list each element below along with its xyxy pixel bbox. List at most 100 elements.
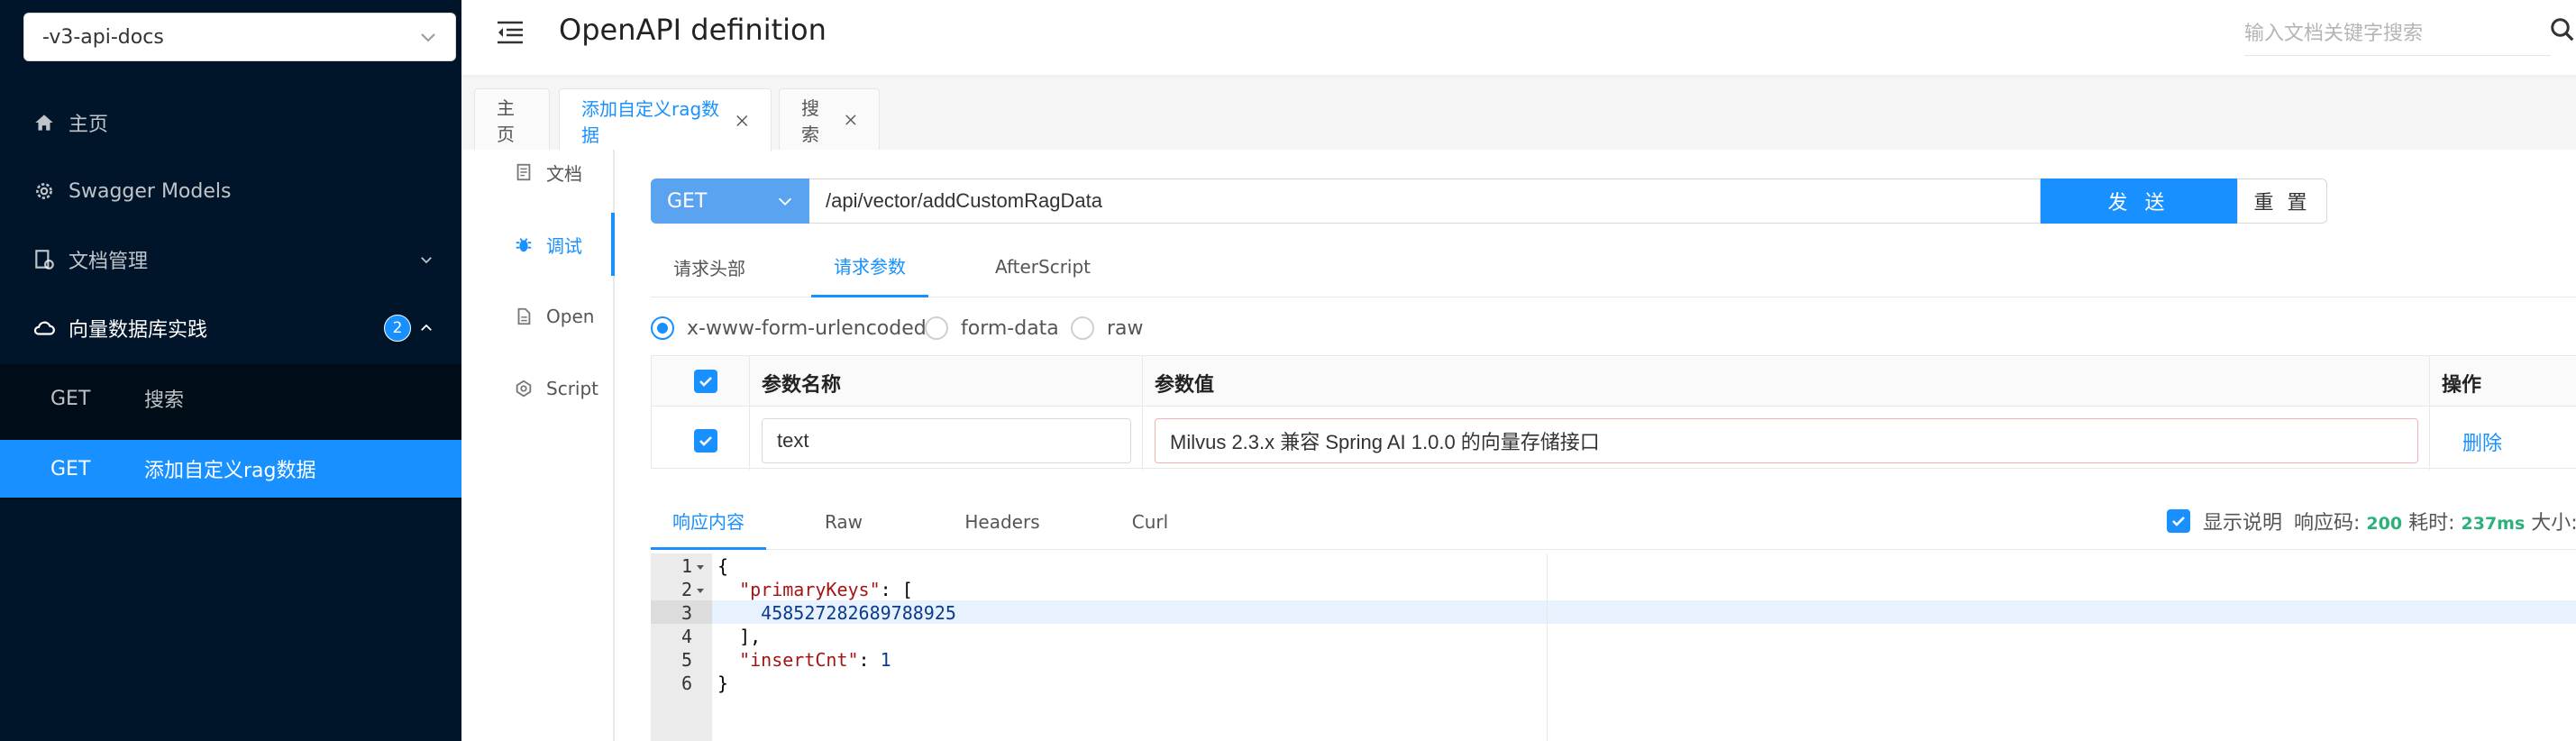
vnav-doc[interactable]: 文档 (461, 141, 615, 204)
gear-icon (36, 183, 52, 199)
doc-mode-nav: 文档 调试 Open Script (461, 150, 615, 741)
radio-dot (1071, 316, 1094, 340)
url-input[interactable] (809, 178, 2041, 224)
file-icon (517, 307, 531, 325)
tab-response-raw[interactable]: Raw (799, 494, 889, 550)
size-label: 大小: (2531, 512, 2576, 535)
sidebar-item-home[interactable]: 主页 (0, 88, 461, 157)
group-select-value: -v3-api-docs (42, 25, 164, 49)
code-icon (516, 380, 532, 398)
status-code-value: 200 (2366, 514, 2403, 534)
show-description-checkbox[interactable] (2167, 509, 2190, 533)
tab-label: Curl (1131, 511, 1169, 533)
tab-after-script[interactable]: AfterScript (984, 236, 1101, 297)
fold-arrow-icon[interactable] (696, 586, 705, 595)
request-tabs: 请求头部 请求参数 AfterScript (651, 236, 2576, 297)
group-select[interactable]: -v3-api-docs (23, 13, 456, 61)
print-margin-line (1547, 553, 1548, 741)
radio-raw[interactable]: raw (1071, 310, 1144, 346)
code-text: { (717, 555, 729, 577)
sidebar-item-label: 主页 (69, 114, 109, 136)
sidebar-item-vector-db[interactable]: 向量数据库实践 2 (0, 294, 461, 362)
line-number: 3 (681, 602, 692, 624)
tab-response-content[interactable]: 响应内容 (651, 494, 766, 550)
select-all-checkbox[interactable] (694, 370, 717, 393)
tab-label: Raw (824, 511, 863, 533)
radio-dot (651, 316, 674, 340)
chevron-up-icon (421, 324, 432, 331)
json-number: 458527282689788925 (761, 602, 956, 624)
document-icon (516, 163, 531, 181)
method-label: GET (50, 387, 91, 410)
row-checkbox[interactable] (694, 429, 717, 453)
sidebar-subitem-search[interactable]: GET 搜索 (0, 370, 461, 427)
column-divider (1142, 356, 1143, 470)
code-line: } (717, 672, 728, 694)
line-number: 5 (681, 649, 692, 671)
vnav-label: 文档 (546, 162, 582, 185)
code-line: { (717, 555, 728, 577)
tab-response-headers[interactable]: Headers (948, 494, 1056, 550)
vnav-open[interactable]: Open (461, 285, 615, 348)
count-badge: 2 (384, 315, 411, 342)
line-number: 4 (681, 626, 692, 647)
tab-request-headers[interactable]: 请求头部 (651, 236, 768, 297)
search-input[interactable] (2244, 11, 2551, 56)
param-name-input[interactable] (762, 418, 1131, 463)
check-icon (699, 436, 712, 446)
code-line: "insertCnt": 1 (717, 649, 891, 671)
close-icon[interactable] (735, 114, 749, 128)
line-number: 1 (681, 555, 692, 577)
radio-form-data[interactable]: form-data (925, 310, 1059, 346)
response-editor[interactable]: 1 2 3 4 5 6 { "primaryKeys": [ 458527282… (651, 553, 2576, 741)
response-meta: 响应码: 200 耗时: 237ms 大小: (2294, 507, 2576, 535)
response-tabs: 响应内容 Raw Headers Curl 显示说明 响应码: 200 耗时: … (651, 494, 2576, 550)
tab-request-params[interactable]: 请求参数 (811, 236, 928, 297)
param-value-input[interactable] (1155, 418, 2418, 463)
tab-response-curl[interactable]: Curl (1105, 494, 1195, 550)
close-icon[interactable] (845, 113, 857, 127)
line-number: 2 (681, 579, 692, 600)
code-text: : (858, 649, 881, 671)
page-tabs: 主页 添加自定义rag数据 搜索 (461, 78, 2576, 151)
method-label: GET (50, 457, 91, 480)
tab-label: 搜索 (801, 96, 819, 145)
delete-param-link[interactable]: 删除 (2462, 427, 2502, 456)
doc-manage-icon (35, 250, 54, 270)
menu-fold-icon[interactable] (496, 20, 525, 45)
search-icon[interactable] (2549, 16, 2576, 43)
sidebar-item-doc-manage[interactable]: 文档管理 (0, 225, 461, 294)
fold-arrow-icon[interactable] (696, 563, 705, 572)
check-icon (2172, 517, 2185, 526)
app-root: -v3-api-docs 主页 Swagger Models 文档管理 向量数据… (0, 0, 2576, 741)
vnav-label: 调试 (546, 234, 582, 257)
show-description-toggle[interactable]: 显示说明 (2167, 507, 2282, 535)
method-value: GET (667, 189, 708, 213)
radio-label: raw (1107, 316, 1144, 340)
reset-button[interactable]: 重 置 (2237, 178, 2327, 224)
json-key: "insertCnt" (739, 649, 859, 671)
tab-label: 主页 (497, 96, 515, 145)
home-icon (35, 114, 53, 131)
chevron-down-icon (421, 33, 435, 42)
code-line: "primaryKeys": [ (717, 579, 913, 600)
vnav-label: Open (546, 306, 595, 327)
radio-dot (925, 316, 948, 340)
table-header-row (652, 356, 2576, 407)
show-description-label: 显示说明 (2203, 512, 2283, 535)
column-header-action: 操作 (2442, 374, 2482, 397)
tab-label: 添加自定义rag数据 (581, 97, 720, 146)
chevron-down-icon (778, 197, 792, 206)
tab-label: Headers (964, 511, 1040, 533)
method-select[interactable]: GET (651, 178, 809, 224)
vnav-script[interactable]: Script (461, 357, 615, 420)
sidebar-item-swagger-models[interactable]: Swagger Models (0, 157, 461, 225)
radio-urlencoded[interactable]: x-www-form-urlencoded (651, 310, 927, 346)
sidebar-subitem-label: 添加自定义rag数据 (144, 460, 316, 482)
vnav-debug[interactable]: 调试 (461, 213, 615, 276)
sidebar-subitem-add-rag[interactable]: GET 添加自定义rag数据 (0, 440, 461, 498)
send-button[interactable]: 发 送 (2041, 178, 2237, 224)
tab-search[interactable]: 搜索 (779, 88, 880, 150)
json-number: 1 (880, 649, 891, 671)
bug-icon (516, 238, 532, 252)
